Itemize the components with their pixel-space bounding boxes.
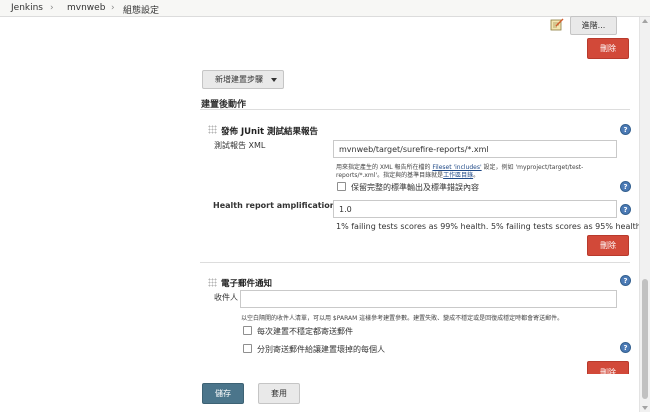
breadcrumb-mvnweb[interactable]: mvnweb <box>67 3 105 13</box>
scroll-down-icon[interactable] <box>642 406 648 410</box>
health-factor-hint: 1% failing tests scores as 99% health. 5… <box>336 222 641 231</box>
scroll-up-icon[interactable] <box>642 19 648 23</box>
email-title: 電子郵件通知 <box>221 279 273 289</box>
recipients-input[interactable] <box>240 290 617 308</box>
section-divider <box>200 109 630 110</box>
xml-hint-line2: reports/*.xml'。指定與的基準目錄就是工作區目錄。 <box>336 170 479 179</box>
section-divider <box>200 262 630 263</box>
apply-button[interactable]: 套用 <box>258 383 300 404</box>
vertical-scrollbar[interactable] <box>639 17 650 412</box>
scrollbar-thumb[interactable] <box>642 279 648 399</box>
recipients-label: 收件人 <box>214 293 238 302</box>
breadcrumb: Jenkins › mvnweb › 組態設定 <box>0 0 650 17</box>
drag-handle-icon[interactable] <box>208 278 217 287</box>
send-every-unstable-checkbox[interactable] <box>243 326 252 335</box>
workspace-link[interactable]: 工作區目錄 <box>443 172 473 179</box>
recipients-hint: 以空白隔開的收件人清單，可以用 $PARAM 這樣參考建置參數。建置失敗、變成不… <box>241 315 564 322</box>
breadcrumb-separator: › <box>111 3 115 13</box>
health-factor-input[interactable]: 1.0 <box>333 200 617 218</box>
xml-label: 測試報告 XML <box>214 141 266 150</box>
help-icon[interactable]: ? <box>620 342 631 353</box>
help-icon[interactable]: ? <box>620 204 631 215</box>
add-build-step-button[interactable]: 新增建置步驟 <box>202 70 284 89</box>
xml-hint-text: 。 <box>473 172 480 179</box>
delete-junit-button[interactable]: 刪除 <box>587 235 629 256</box>
junit-title: 發佈 JUnit 測試結果報告 <box>221 127 319 137</box>
test-report-xml-input[interactable]: mvnweb/target/surefire-reports/*.xml <box>333 140 617 158</box>
help-icon[interactable]: ? <box>620 275 631 286</box>
drag-handle-icon[interactable] <box>208 125 217 134</box>
delete-build-step-button[interactable]: 刪除 <box>587 38 629 59</box>
advanced-button[interactable]: 進階... <box>570 16 617 35</box>
send-every-unstable-label: 每次建置不穩定都寄送郵件 <box>257 327 353 336</box>
help-icon[interactable]: ? <box>620 124 631 135</box>
breadcrumb-jenkins[interactable]: Jenkins <box>11 3 43 13</box>
breadcrumb-configure[interactable]: 組態設定 <box>123 3 159 16</box>
save-button[interactable]: 儲存 <box>202 383 244 404</box>
caret-down-icon <box>271 78 277 82</box>
footer-bar <box>0 374 639 412</box>
send-to-culprits-checkbox[interactable] <box>243 344 252 353</box>
keep-output-checkbox[interactable] <box>337 182 346 191</box>
help-icon[interactable]: ? <box>620 181 631 192</box>
xml-hint-text: reports/*.xml'。指定與的基準目錄就是 <box>336 172 444 179</box>
notepad-icon[interactable] <box>550 18 564 31</box>
xml-hint-text: 設定，例如 'myproject/target/test- <box>481 164 584 171</box>
keep-output-label: 保留完整的標準輸出及標準錯誤內容 <box>351 183 479 192</box>
send-to-culprits-label: 分別寄送郵件給讓建置壞掉的每個人 <box>257 345 385 354</box>
add-build-step-label: 新增建置步驟 <box>215 75 263 84</box>
breadcrumb-separator: › <box>50 3 54 13</box>
